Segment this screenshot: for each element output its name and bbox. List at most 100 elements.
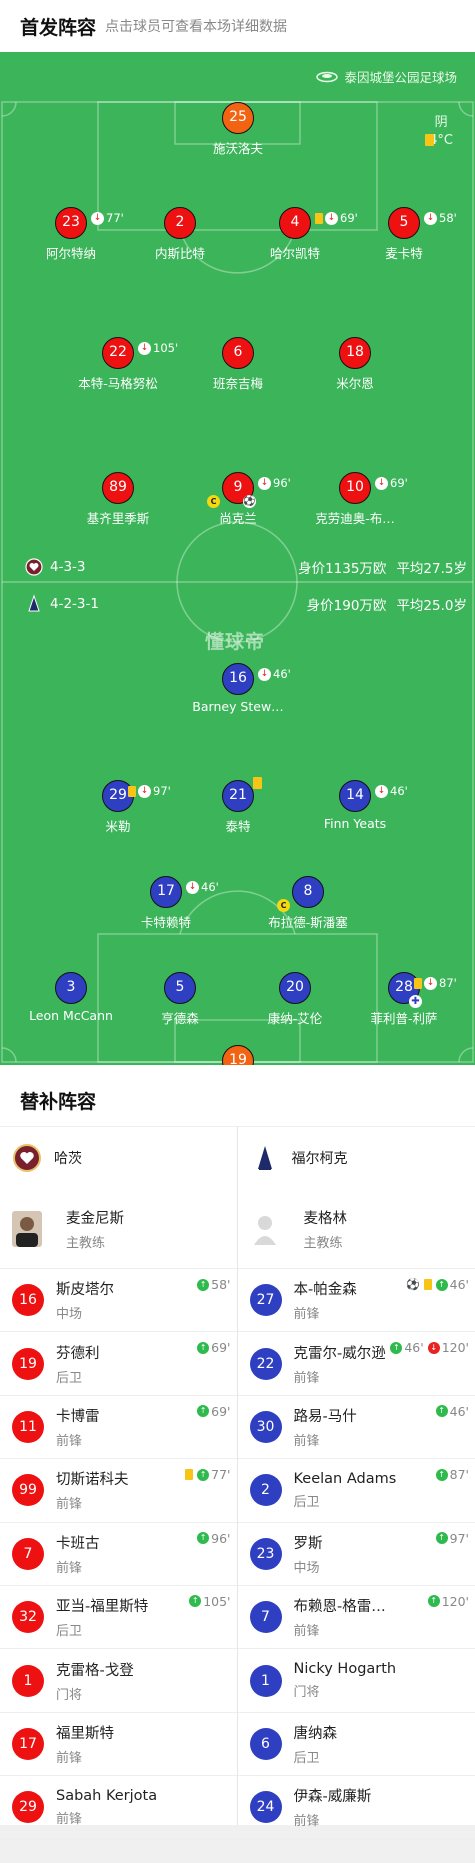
sub-player-row[interactable]: 19 芬德利 后卫 ↑ 69' [0, 1332, 237, 1396]
sub-player-row[interactable]: 6 唐纳森 后卫 [237, 1713, 475, 1777]
player-away-14[interactable]: 14 ↓ 46' Finn Yeats [295, 780, 415, 831]
player-home-5[interactable]: 5 ↓ 58' 麦卡特 [344, 207, 464, 262]
player-home-18[interactable]: 18 米尔恩 [295, 337, 415, 392]
sub-player-row[interactable]: 7 卡班古 前锋 ↑ 96' [0, 1523, 237, 1586]
page-subtitle: 点击球员可查看本场详细数据 [105, 19, 287, 35]
sub-player-row[interactable]: 16 斯皮塔尔 中场 ↑ 58' [0, 1269, 237, 1333]
sub-events: ↑ 69' [197, 1403, 231, 1419]
sub-player-row[interactable]: 1 克雷格-戈登 门将 [0, 1649, 237, 1713]
player-away-16[interactable]: 16 ↓ 46' Barney Stew… [178, 663, 298, 714]
sub-player-row[interactable]: 11 卡博雷 前锋 ↑ 69' [0, 1396, 237, 1460]
sub-in-minute: 69' [211, 1403, 231, 1419]
player-home-4[interactable]: 4 ↓ 69' 哈尔凯特 [235, 207, 358, 262]
sub-player-row[interactable]: 27 本-帕金森 前锋 ⚽ ↑ 46' [237, 1269, 475, 1333]
player-number: 18 [339, 337, 371, 369]
injury-icon: ✚ [409, 995, 422, 1008]
sub-out-icon: ↓ [138, 785, 151, 798]
player-away-28[interactable]: 28 ↓ 87' ✚ 菲利普-利萨 [344, 972, 464, 1027]
sub-out-minute: 58' [439, 211, 457, 225]
subs-home-coach[interactable]: 麦金尼斯 主教练 [0, 1189, 237, 1269]
sub-out-minute: 87' [439, 976, 457, 990]
player-home-6[interactable]: 6 班奈吉梅 [178, 337, 298, 392]
sub-player-row[interactable]: 23 罗斯 中场 ↑ 97' [237, 1523, 475, 1586]
sub-player-row[interactable]: 22 克雷尔-威尔逊 前锋 ↑ 46' ↓ 120' [237, 1332, 475, 1396]
sub-events: ↑ 69' [197, 1340, 231, 1356]
player-home-10[interactable]: 10 ↓ 69' 克劳迪奥-布… [295, 472, 415, 527]
sub-in-icon: ↑ [197, 1532, 210, 1545]
sub-player-position: 前锋 [293, 1624, 320, 1640]
sub-events: ↑ 46' ↓ 120' [390, 1340, 469, 1355]
subs-away-column: 福尔柯克 麦格林 主教练 27 本-帕金森 前锋 ⚽ ↑ 46' 22 克雷尔-威尔逊 前锋 ↑ 4… [237, 1127, 475, 1840]
player-home-22[interactable]: 22 ↓ 105' 本特-马格努松 [58, 337, 178, 392]
sub-player-number: 2 [249, 1474, 282, 1507]
player-name: Barney Stew… [192, 699, 284, 714]
sub-player-row[interactable]: 29 Sabah Kerjota 前锋 [0, 1776, 237, 1840]
subs-home-list: 16 斯皮塔尔 中场 ↑ 58' 19 芬德利 后卫 ↑ 69' 11 卡博雷 前锋 ↑ 69' 99 切斯诺科… [0, 1269, 237, 1840]
player-home-25[interactable]: 25 施沃洛夫 [178, 102, 434, 157]
player-away-20[interactable]: 20 康纳-艾伦 [235, 972, 355, 1027]
hearts-crest-icon [13, 1144, 41, 1172]
home-formation: 4-3-3 [24, 557, 86, 577]
sub-player-row[interactable]: 99 切斯诺科夫 前锋 ↑ 77' [0, 1459, 237, 1523]
player-away-21[interactable]: 21 泰特 [178, 777, 298, 835]
sub-player-row[interactable]: 2 Keelan Adams 后卫 ↑ 87' [237, 1459, 475, 1523]
player-home-23[interactable]: 23 ↓ 77' 阿尔特纳 [11, 207, 131, 262]
subs-away-coach[interactable]: 麦格林 主教练 [237, 1189, 475, 1269]
player-number: 16 [229, 670, 247, 686]
sub-player-row[interactable]: 24 伊森-威廉斯 前锋 [237, 1776, 475, 1840]
player-number: 17 [157, 883, 175, 899]
away-team-stats: 身价190万欧 平均25.0岁 [297, 594, 467, 614]
player-number: 20 [279, 972, 311, 1004]
sub-player-row[interactable]: 7 布赖恩-格雷… 前锋 ↑ 120' [237, 1586, 475, 1650]
sub-out-icon: ↓ [138, 342, 151, 355]
sub-out-minute: 97' [153, 784, 171, 798]
sub-in-minute: 58' [211, 1277, 231, 1292]
player-home-89[interactable]: 89 基齐里季斯 [58, 472, 178, 527]
subs-away-team[interactable]: 福尔柯克 [238, 1127, 475, 1189]
sub-player-number: 1 [12, 1664, 44, 1697]
player-name: 布拉德-斯潘塞 [268, 915, 348, 930]
sub-player-position: 前锋 [293, 1307, 320, 1323]
sub-player-position: 前锋 [56, 1750, 83, 1766]
sub-out-minute: 105' [153, 341, 179, 355]
sub-player-number: 30 [249, 1410, 282, 1443]
player-name: 哈尔凯特 [269, 246, 320, 261]
player-number: 89 [102, 472, 134, 504]
yellow-card-icon [414, 978, 422, 989]
subs-home-team[interactable]: 哈茨 [0, 1127, 237, 1189]
sub-player-name: 本-帕金森 [293, 1282, 357, 1299]
sub-player-number: 22 [249, 1347, 282, 1380]
player-away-8[interactable]: 8 C 布拉德-斯潘塞 [248, 876, 368, 931]
yellow-card-icon [425, 134, 434, 146]
sub-player-row[interactable]: 30 路易-马什 前锋 ↑ 46' [237, 1396, 475, 1460]
player-name: 泰特 [225, 819, 251, 834]
coach-name: 麦格林 [303, 1210, 348, 1227]
sub-out-icon: ↓ [258, 668, 271, 681]
sub-in-minute: 46' [449, 1403, 469, 1419]
sub-out-event: ↓ 96' [258, 469, 291, 498]
stadium-icon [316, 71, 339, 82]
captain-icon: C [207, 495, 220, 508]
player-home-2[interactable]: 2 内斯比特 [120, 207, 240, 262]
sub-player-row[interactable]: 32 亚当-福里斯特 后卫 ↑ 105' [0, 1586, 237, 1650]
sub-player-row[interactable]: 17 福里斯特 前锋 [0, 1713, 237, 1777]
away-formation: 4-2-3-1 [24, 594, 99, 614]
sub-player-row[interactable]: 1 Nicky Hogarth 门将 [237, 1649, 475, 1713]
player-away-17[interactable]: 17 ↓ 46' 卡特赖特 [106, 876, 226, 931]
player-number: 19 [222, 1045, 254, 1065]
sub-in-minute: 69' [211, 1340, 231, 1356]
player-away-19[interactable]: 19 贝恩 [178, 1045, 298, 1065]
player-away-29[interactable]: 29 ↓ 97' 米勒 [58, 780, 178, 835]
sub-out-event: ↓ 97' [128, 777, 171, 806]
sub-out-minute: 46' [390, 784, 408, 798]
player-away-5[interactable]: 5 亨德森 [120, 972, 240, 1027]
sub-player-position: 前锋 [56, 1560, 83, 1576]
goal-icon: ⚽ [405, 1278, 420, 1291]
player-number: 29 [109, 787, 127, 803]
player-home-9[interactable]: 9 ↓ 96' C ⚽ 尚克兰 [178, 472, 298, 527]
player-away-3[interactable]: 3 Leon McCann [11, 972, 131, 1023]
sub-in-minute: 97' [449, 1530, 469, 1546]
sub-player-number: 16 [12, 1284, 44, 1317]
sub-out-icon: ↓ [427, 1341, 440, 1354]
sub-player-name: 卡博雷 [56, 1408, 100, 1425]
